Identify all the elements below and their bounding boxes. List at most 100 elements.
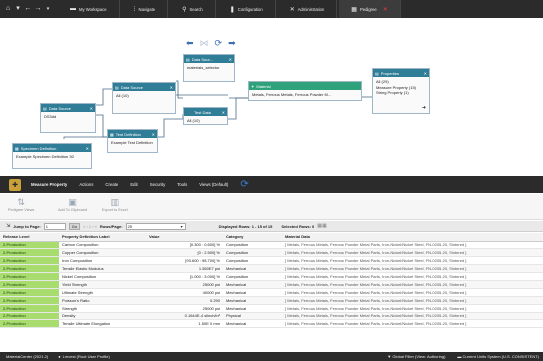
- table-row[interactable]: 2-Production Tensile Ultimate Elongation 1…: [0, 319, 543, 329]
- property-label-cell: Tensile Ultimate Elongation: [59, 319, 146, 329]
- release-level-cell: 2-Production: [0, 304, 59, 313]
- node-title: Properties: [380, 70, 400, 76]
- home-icon[interactable]: ⌂: [4, 0, 12, 18]
- node-test-definition[interactable]: ▦ Test Definition ✕ Example Test Definitio…: [107, 129, 158, 153]
- nav-administration[interactable]: ✕ Administration: [278, 0, 338, 18]
- close-node-icon[interactable]: ✕: [170, 85, 173, 90]
- table-row[interactable]: 2-Production Iron Composition [93.600 : 98…: [0, 256, 543, 266]
- tab-pedigree[interactable]: ▦ Pedigree ✕: [339, 0, 401, 18]
- node-properties[interactable]: ▤ Properties ✕ All (29) Measure Property (…: [372, 68, 430, 114]
- value-cell: [93.600 : 98.700] %: [146, 256, 223, 266]
- go-button[interactable]: Go: [68, 222, 81, 230]
- material-data-cell: [ Metals, Ferrous Metals, Ferrous Powder…: [282, 319, 543, 329]
- nav-label: My Workspace: [79, 6, 107, 12]
- export-excel-button[interactable]: ▥ Export to Excel: [102, 197, 128, 212]
- menu-edit[interactable]: Edit: [124, 182, 143, 187]
- table-row[interactable]: 2-Production Ultimate Strength 40000 psi Me…: [0, 288, 543, 297]
- jump-label: Jump to Page:: [13, 223, 41, 229]
- node-specimen-definition[interactable]: ▦ Specimen Definition ✕ Example Specimen D…: [12, 143, 92, 169]
- rows-per-page-select[interactable]: 25 ▾: [125, 222, 186, 230]
- arrow-right-icon[interactable]: ➡: [228, 38, 236, 48]
- column-header[interactable]: Release Level: [0, 233, 59, 242]
- chevron-down-icon: ▾: [180, 223, 183, 229]
- displayed-rows: Displayed Rows: 1 - 15 of 15: [218, 223, 273, 229]
- material-icon: ✦: [251, 83, 255, 89]
- add-to-clipboard-button[interactable]: ▣ Add To Clipboard: [58, 197, 87, 212]
- nav-navigate[interactable]: ⵗ Navigate: [122, 0, 169, 18]
- material-data-cell: [ Metals, Ferrous Metals, Ferrous Powder…: [282, 256, 543, 266]
- config-icon: ❚: [229, 6, 235, 13]
- button-label: Pedigree Views: [8, 208, 35, 212]
- table-row[interactable]: 2-Production Density 0.1644E-4 slinch/in³ P…: [0, 312, 543, 321]
- back-arrow-icon[interactable]: ←: [24, 0, 32, 18]
- dropdown-menu-icon[interactable]: ▾: [14, 0, 22, 18]
- close-node-icon[interactable]: ✕: [222, 110, 225, 115]
- refresh-icon[interactable]: ⟳: [240, 179, 248, 190]
- nav-my-workspace[interactable]: ▬ My Workspace: [58, 0, 120, 18]
- material-data-cell: [ Metals, Ferrous Metals, Ferrous Powder…: [282, 288, 543, 297]
- nav-search[interactable]: ⚲ Search: [170, 0, 216, 18]
- node-data-source-left[interactable]: ▤ Data Source ✕ DS3dd: [40, 103, 96, 133]
- expand-arrow-icon[interactable]: ➜: [422, 105, 426, 111]
- release-level-cell: 2-Production: [0, 248, 59, 258]
- node-test-data[interactable]: Test Data ✕ All (10): [183, 107, 228, 125]
- page-nav[interactable]: « ‹ 1 › »: [83, 224, 97, 229]
- column-header[interactable]: Category: [223, 233, 282, 242]
- category-cell: Composition: [223, 241, 282, 250]
- node-data-source-top[interactable]: ▤ Data Sour... ✕ materials_selector: [183, 54, 235, 82]
- material-data-cell: [ Metals, Ferrous Metals, Ferrous Powder…: [282, 241, 543, 250]
- table-row[interactable]: 2-Production Yield Strength 25000 psi Mecha…: [0, 280, 543, 289]
- app-version: MaterialCenter (2021.2): [6, 354, 49, 359]
- page-number-input[interactable]: 1: [43, 222, 66, 230]
- current-user[interactable]: Lmvest (Root User Profile): [63, 354, 110, 359]
- refresh-icon[interactable]: ⟳: [215, 38, 223, 48]
- tree-collapse-icon[interactable]: ⋈: [200, 38, 209, 48]
- column-header[interactable]: Material Data: [282, 233, 543, 242]
- node-body-line: Metals, Ferrous Metals, Ferrous Powder M…: [252, 92, 332, 97]
- history-dropdown-icon[interactable]: ▾: [44, 0, 52, 18]
- table-row[interactable]: 2-Production Poisson's Ratio 0.290 Mechanic…: [0, 296, 543, 305]
- close-node-icon[interactable]: ✕: [86, 146, 89, 151]
- table-row[interactable]: 2-Production Nickel Composition [1.000 : 3…: [0, 272, 543, 281]
- menu-views[interactable]: Views (Default): [193, 182, 234, 187]
- node-body-line: Example Test Definition: [111, 140, 153, 145]
- category-cell: Composition: [223, 272, 282, 281]
- navigate-icon: ⵗ: [133, 6, 136, 13]
- column-header[interactable]: Value: [146, 233, 223, 242]
- units-system[interactable]: ▬ Current Units System (U.S. CONSISTENT): [457, 354, 539, 359]
- property-label-cell: Strength: [59, 304, 146, 313]
- table-row[interactable]: 2-Production Strength 25000 psi Mechanical[…: [0, 304, 543, 313]
- node-material[interactable]: ✦ Material Metals, Ferrous Metals, Ferrou…: [248, 81, 362, 101]
- menu-tools[interactable]: Tools: [171, 182, 193, 187]
- rows-per-page-value: 25: [127, 223, 133, 229]
- close-node-icon[interactable]: ✕: [90, 106, 93, 111]
- close-node-icon[interactable]: ✕: [152, 132, 155, 137]
- measure-property-icon: ✚: [9, 178, 21, 191]
- node-data-source-mid[interactable]: ▤ Data Source ✕ All (10): [112, 82, 176, 114]
- menu-actions[interactable]: Actions: [73, 182, 99, 187]
- table-row[interactable]: 2-Production Tensile Elastic Modulus 1.550…: [0, 264, 543, 274]
- close-tab-icon[interactable]: ✕: [383, 6, 388, 13]
- nav-configuration[interactable]: ❚ Configuration: [218, 0, 276, 18]
- pedigree-views-button[interactable]: ⇅ Pedigree Views: [8, 197, 34, 212]
- button-label: Add To Clipboard: [58, 208, 88, 212]
- property-label-cell: Density: [59, 312, 146, 321]
- properties-table: Release Level Property Definition Label …: [0, 233, 543, 329]
- close-node-icon[interactable]: ✕: [229, 57, 232, 62]
- arrow-left-icon[interactable]: ⬅: [186, 38, 194, 48]
- property-label-cell: Nickel Composition: [59, 272, 146, 281]
- category-cell: Mechanical: [223, 319, 282, 329]
- menu-create[interactable]: Create: [99, 182, 124, 187]
- close-node-icon[interactable]: ✕: [424, 71, 427, 76]
- table-row[interactable]: 2-Production Copper Composition [0 : 2.500…: [0, 248, 543, 258]
- material-data-cell: [ Metals, Ferrous Metals, Ferrous Powder…: [282, 248, 543, 258]
- button-label: Export to Excel: [102, 208, 128, 212]
- forward-arrow-icon[interactable]: →: [34, 0, 42, 18]
- global-filter[interactable]: ▼ Global Filter (View: Authoring): [387, 354, 445, 359]
- node-body-line: materials_selector: [187, 65, 220, 70]
- menu-security[interactable]: Security: [144, 182, 172, 187]
- column-header[interactable]: Property Definition Label: [59, 233, 146, 242]
- table-row[interactable]: 2-Production Carbon Composition [0.300 : 0…: [0, 241, 543, 250]
- release-level-cell: 2-Production: [0, 296, 59, 305]
- grid-toggle-icon[interactable]: ▦▦: [317, 223, 326, 229]
